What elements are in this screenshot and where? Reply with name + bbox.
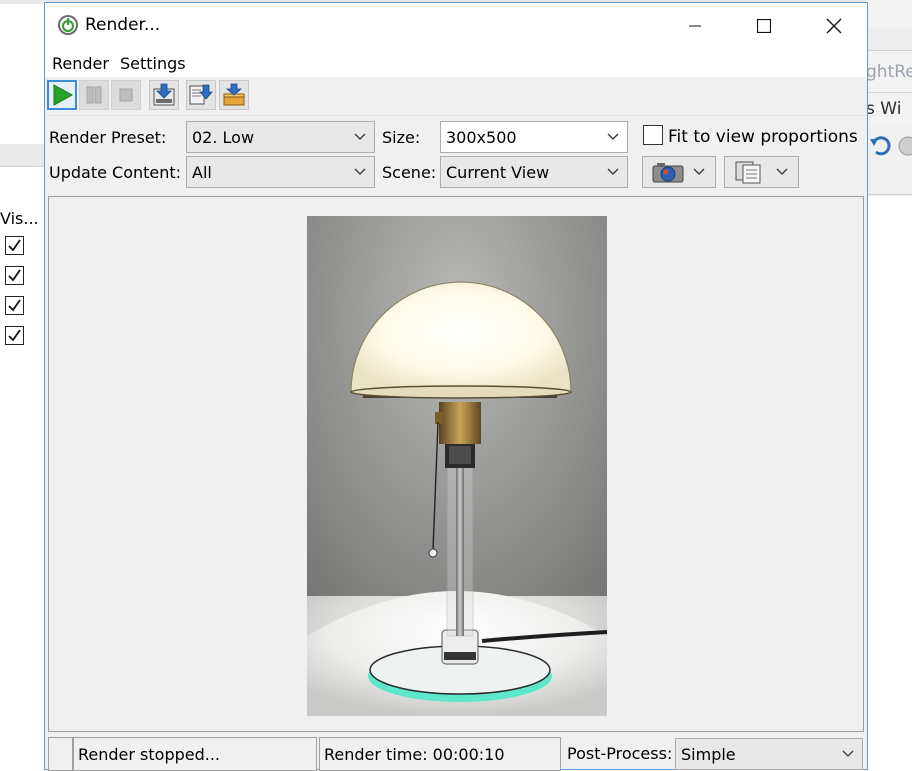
save-to-project-button[interactable]	[219, 80, 249, 110]
render-status-text: Render stopped...	[78, 745, 221, 764]
status-bar: Render stopped... Render time: 00:00:10 …	[48, 737, 864, 771]
size-value: 300x500	[446, 128, 517, 147]
post-process-label: Post-Process:	[567, 744, 673, 763]
stop-icon	[119, 88, 133, 102]
chevron-down-icon	[842, 750, 854, 757]
render-preset-label: Render Preset:	[49, 128, 167, 147]
size-label: Size:	[382, 128, 421, 147]
save-image-icon	[153, 83, 175, 106]
checkmark-icon	[8, 239, 21, 252]
checkmark-icon	[8, 329, 21, 342]
background-right-titlebar	[868, 28, 912, 51]
render-time-text: Render time: 00:00:10	[324, 745, 505, 764]
menu-render[interactable]: Render	[52, 54, 109, 73]
save-render-button[interactable]	[149, 80, 179, 110]
chevron-down-icon	[607, 168, 619, 175]
status-indicator	[48, 737, 73, 771]
post-process-dropdown[interactable]: Simple	[675, 738, 863, 770]
post-process-value: Simple	[681, 745, 736, 764]
render-dialog: Render... Render Settings Render Preset:…	[44, 2, 868, 771]
chevron-down-icon	[693, 168, 705, 175]
size-dropdown[interactable]: 300x500	[440, 121, 628, 153]
background-divider	[868, 92, 912, 93]
play-icon	[53, 84, 73, 106]
toolbar-divider	[45, 115, 867, 116]
fit-to-view-checkbox[interactable]	[643, 125, 663, 145]
background-column-header: Vis...	[0, 209, 39, 228]
render-preset-dropdown[interactable]: 02. Low	[186, 121, 375, 153]
background-left-bar	[0, 144, 44, 167]
pause-render-button[interactable]	[79, 80, 109, 110]
chevron-down-icon	[354, 133, 366, 140]
visibility-checkbox[interactable]	[5, 266, 24, 285]
pause-icon	[86, 86, 102, 104]
toolbar	[45, 77, 867, 115]
start-render-button[interactable]	[47, 80, 77, 110]
checkmark-icon	[8, 269, 21, 282]
background-left-panel	[0, 140, 44, 770]
window-title: Render...	[85, 15, 161, 35]
scene-dropdown[interactable]: Current View	[440, 156, 628, 188]
background-right-text: ghtRe	[866, 62, 912, 82]
save-to-box-icon	[223, 83, 245, 106]
visibility-checkbox[interactable]	[5, 236, 24, 255]
minimize-button[interactable]	[672, 3, 718, 49]
update-content-label: Update Content:	[49, 163, 182, 182]
chevron-down-icon	[607, 133, 619, 140]
minimize-icon	[689, 25, 701, 27]
visibility-checkbox[interactable]	[5, 326, 24, 345]
render-preset-value: 02. Low	[192, 128, 255, 147]
camera-dropdown[interactable]	[642, 156, 716, 188]
copy-icon	[735, 161, 761, 184]
shape-icon[interactable]	[898, 136, 912, 156]
copy-dropdown[interactable]	[724, 156, 799, 188]
stop-render-button[interactable]	[111, 80, 141, 110]
scene-label: Scene:	[382, 163, 437, 182]
render-time-cell: Render time: 00:00:10	[319, 737, 561, 771]
maximize-button[interactable]	[741, 3, 787, 49]
update-content-dropdown[interactable]: All	[186, 156, 375, 188]
close-button[interactable]	[811, 3, 857, 49]
undo-icon[interactable]	[870, 134, 892, 156]
background-right-content	[868, 196, 912, 770]
fit-to-view-label[interactable]: Fit to view proportions	[668, 127, 858, 147]
camera-icon	[652, 163, 684, 183]
render-status-cell: Render stopped...	[73, 737, 317, 771]
menu-bar: Render Settings	[45, 49, 867, 77]
update-content-value: All	[192, 163, 212, 182]
close-icon	[826, 18, 842, 34]
save-sequence-icon	[189, 84, 213, 105]
chevron-down-icon	[354, 168, 366, 175]
checkmark-icon	[8, 299, 21, 312]
save-sequence-button[interactable]	[186, 80, 216, 110]
scene-value: Current View	[446, 163, 550, 182]
app-logo-icon	[58, 15, 78, 35]
menu-settings[interactable]: Settings	[120, 54, 186, 73]
title-bar[interactable]: Render...	[45, 3, 867, 49]
chevron-down-icon	[776, 168, 788, 175]
background-right-menu-text: s Wi	[866, 99, 902, 119]
maximize-icon	[757, 19, 771, 33]
render-preview-area[interactable]	[48, 196, 864, 732]
visibility-checkbox[interactable]	[5, 296, 24, 315]
rendered-image-lamp	[307, 216, 607, 716]
